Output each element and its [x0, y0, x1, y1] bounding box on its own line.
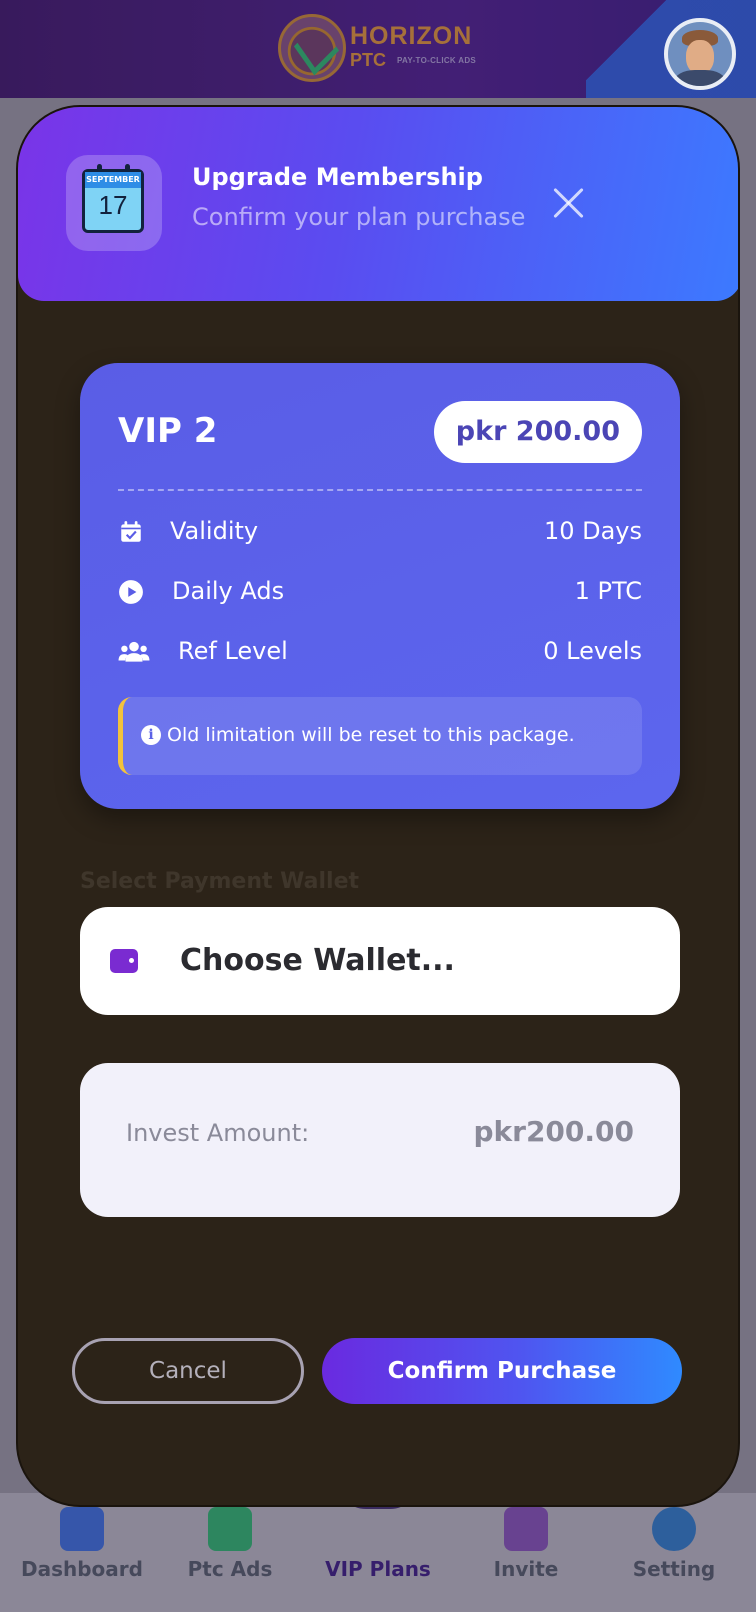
info-icon: i: [141, 725, 161, 745]
plan-card: VIP 2 pkr 200.00 Validity 10 Days Daily …: [80, 363, 680, 809]
wallet-placeholder: Choose Wallet...: [180, 943, 455, 978]
users-icon: [118, 641, 150, 662]
plan-row-value: 1 PTC: [574, 577, 642, 605]
calendar-month: SEPTEMBER: [85, 172, 141, 188]
plan-row-validity: Validity 10 Days: [118, 517, 642, 547]
plan-row-ref-level: Ref Level 0 Levels: [118, 637, 642, 667]
dashed-divider: [118, 489, 642, 491]
plan-price-badge: pkr 200.00: [433, 401, 642, 463]
notice-box: i Old limitation will be reset to this p…: [118, 697, 642, 775]
wallet-label: Select Payment Wallet: [80, 869, 360, 894]
plan-row-label: Ref Level: [178, 637, 288, 665]
upgrade-membership-modal: SEPTEMBER 17 Upgrade Membership Confirm …: [16, 105, 740, 1507]
plan-row-value: 10 Days: [543, 517, 642, 545]
cancel-button[interactable]: Cancel: [72, 1338, 304, 1404]
plan-name: VIP 2: [118, 411, 218, 451]
invest-amount-field: Invest Amount: pkr200.00: [80, 1063, 680, 1217]
modal-subtitle: Confirm your plan purchase: [192, 203, 526, 231]
calendar-icon: SEPTEMBER 17: [82, 164, 144, 233]
plan-row-label: Daily Ads: [172, 577, 285, 605]
invest-label: Invest Amount:: [126, 1119, 310, 1147]
calendar-icon-box: SEPTEMBER 17: [66, 155, 162, 251]
avatar-face: [686, 40, 714, 74]
calendar-check-icon: [121, 521, 141, 542]
plan-row-label: Validity: [170, 517, 259, 545]
plan-row-value: 0 Levels: [543, 637, 642, 665]
play-circle-icon: [119, 580, 143, 604]
calendar-day: 17: [98, 190, 128, 220]
close-icon[interactable]: [550, 183, 588, 221]
wallet-select[interactable]: Choose Wallet...: [80, 907, 680, 1015]
wallet-icon: [110, 949, 138, 973]
avatar[interactable]: [664, 18, 736, 90]
invest-value: pkr200.00: [473, 1115, 634, 1148]
confirm-purchase-button[interactable]: Confirm Purchase: [322, 1338, 682, 1404]
plan-row-daily-ads: Daily Ads 1 PTC: [118, 577, 642, 607]
notice-text: Old limitation will be reset to this pac…: [167, 724, 575, 746]
modal-title: Upgrade Membership: [192, 163, 483, 191]
modal-header: SEPTEMBER 17 Upgrade Membership Confirm …: [18, 107, 738, 301]
